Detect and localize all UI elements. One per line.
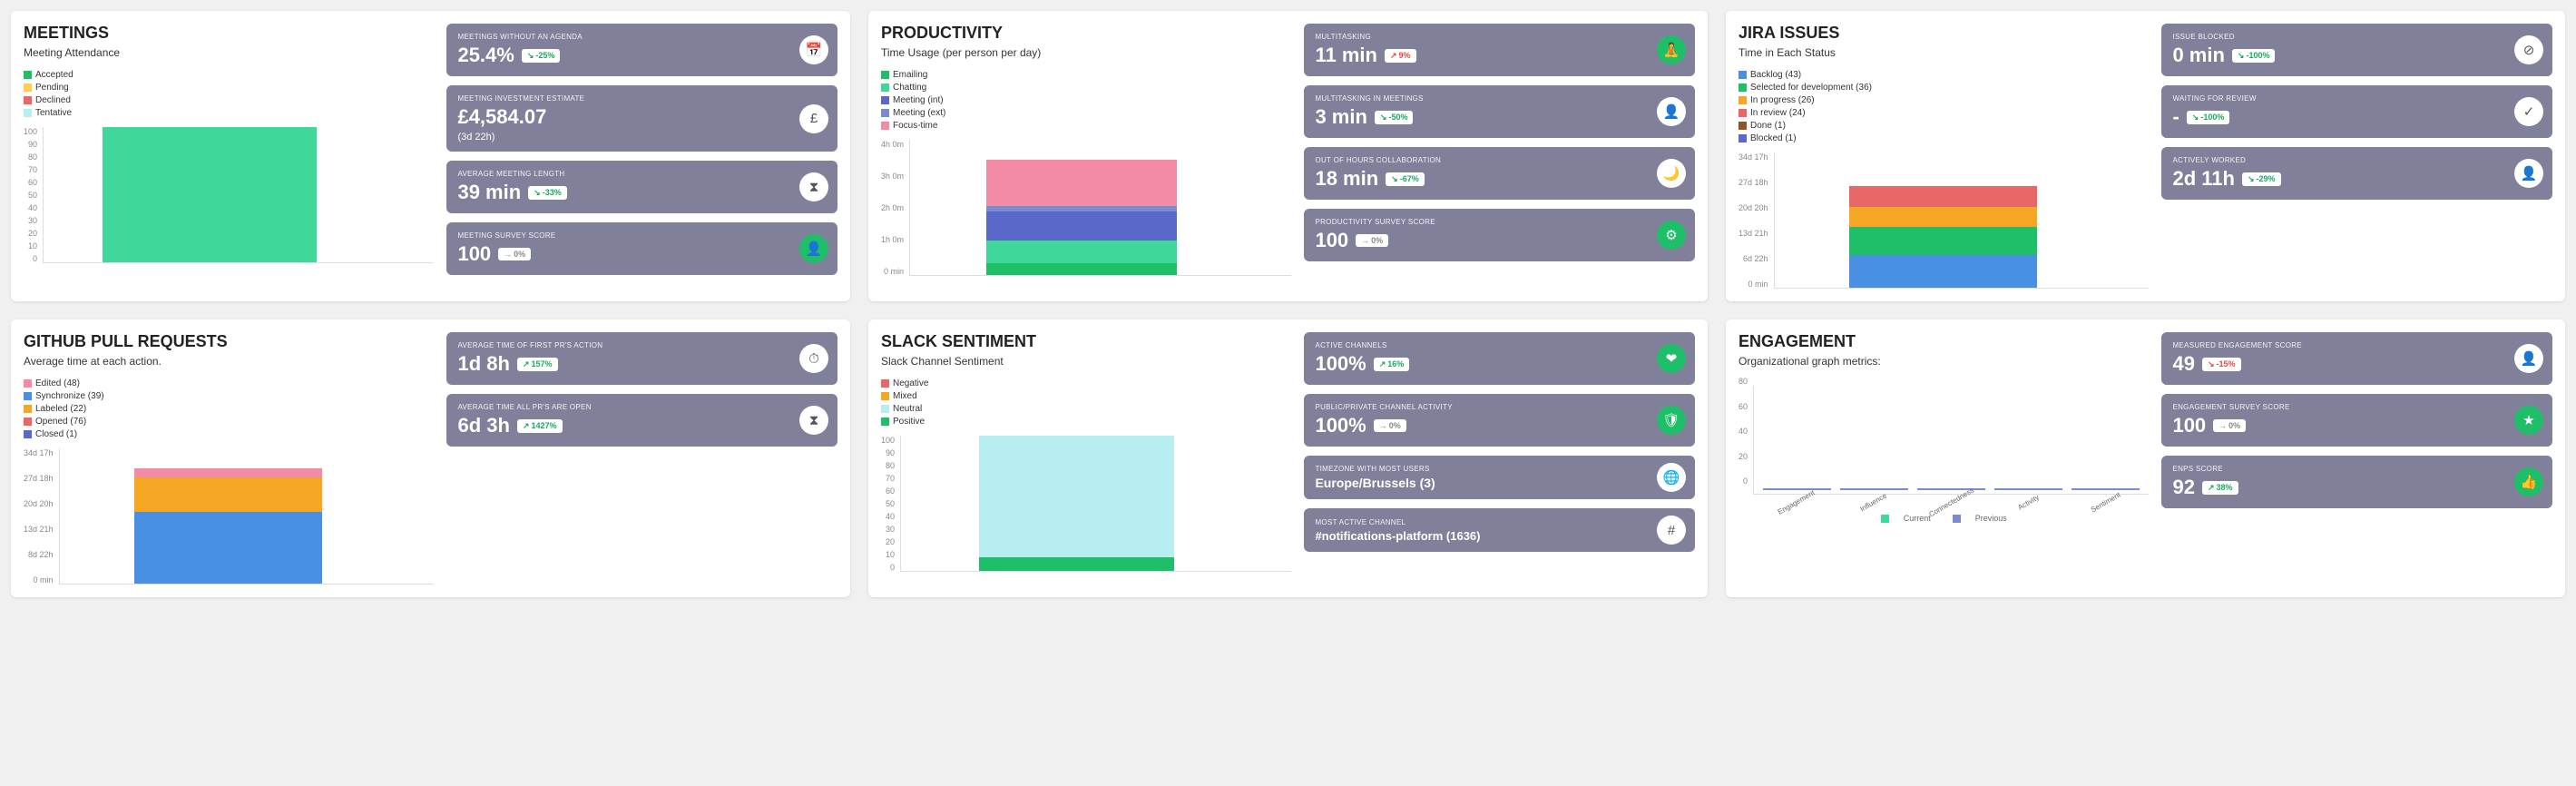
kpi-prod-survey[interactable]: PRODUCTIVITY SURVEY SCORE1000%⚙ xyxy=(1304,209,1695,261)
kpi-no-agenda[interactable]: MEETINGS WITHOUT AN AGENDA25.4%-25%📅 xyxy=(446,24,837,76)
kpi-measured[interactable]: MEASURED ENGAGEMENT SCORE49-15%👤 xyxy=(2161,332,2552,385)
thumbs-up-icon: 👍 xyxy=(2514,467,2543,496)
card-subtitle: Time in Each Status xyxy=(1739,46,2149,59)
stopwatch-icon: ⏱ xyxy=(799,344,828,373)
kpi-all-pr[interactable]: AVERAGE TIME ALL PR'S ARE OPEN6d 3h1427%… xyxy=(446,394,837,447)
card-title: ENGAGEMENT xyxy=(1739,332,2149,351)
github-card: GITHUB PULL REQUESTS Average time at eac… xyxy=(11,319,850,597)
card-title: JIRA ISSUES xyxy=(1739,24,2149,43)
person-plus-icon: 👤 xyxy=(2514,344,2543,373)
gears-icon: ⚙ xyxy=(1657,221,1686,250)
kpi-investment[interactable]: MEETING INVESTMENT ESTIMATE£4,584.07(3d … xyxy=(446,85,837,152)
kpi-active-channels[interactable]: ACTIVE CHANNELS100%16%❤ xyxy=(1304,332,1695,385)
productivity-card: PRODUCTIVITY Time Usage (per person per … xyxy=(868,11,1708,301)
shield-icon: 🛡 xyxy=(1657,406,1686,435)
kpi-active-worked[interactable]: ACTIVELY WORKED2d 11h-29%👤 xyxy=(2161,147,2552,200)
card-subtitle: Slack Channel Sentiment xyxy=(881,355,1291,368)
kpi-multitask-meetings[interactable]: MULTITASKING IN MEETINGS3 min-50%👤 xyxy=(1304,85,1695,138)
heart-icon: ❤ xyxy=(1657,344,1686,373)
legend: Backlog (43) Selected for development (3… xyxy=(1739,70,2149,143)
card-subtitle: Organizational graph metrics: xyxy=(1739,355,2149,368)
jira-card: JIRA ISSUES Time in Each Status Backlog … xyxy=(1726,11,2565,301)
calendar-icon: 📅 xyxy=(799,35,828,64)
kpi-blocked[interactable]: ISSUE BLOCKED0 min-100%⊘ xyxy=(2161,24,2552,76)
hash-icon: # xyxy=(1657,516,1686,545)
card-title: SLACK SENTIMENT xyxy=(881,332,1291,351)
moon-icon: 🌙 xyxy=(1657,159,1686,188)
kpi-enps[interactable]: ENPS SCORE9238%👍 xyxy=(2161,456,2552,508)
meetings-card: MEETINGS Meeting Attendance Accepted Pen… xyxy=(11,11,850,301)
kpi-avg-length[interactable]: AVERAGE MEETING LENGTH39 min-33%⧗ xyxy=(446,161,837,213)
kpi-public-private[interactable]: PUBLIC/PRIVATE CHANNEL ACTIVITY100%0%🛡 xyxy=(1304,394,1695,447)
kpi-timezone[interactable]: TIMEZONE WITH MOST USERSEurope/Brussels … xyxy=(1304,456,1695,499)
meetings-chart: 1009080706050403020100 xyxy=(24,127,434,263)
kpi-active-channel[interactable]: MOST ACTIVE CHANNEL#notifications-platfo… xyxy=(1304,508,1695,552)
engagement-chart xyxy=(1753,386,2149,495)
legend: Edited (48) Synchronize (39) Labeled (22… xyxy=(24,378,434,439)
globe-icon: 🌐 xyxy=(1657,463,1686,492)
person-icon: 👤 xyxy=(799,234,828,263)
legend: Accepted Pending Declined Tentative xyxy=(24,70,434,118)
meditate-icon: 🧘 xyxy=(1657,35,1686,64)
person-x-icon: 👤 xyxy=(1657,97,1686,126)
slack-chart: 1009080706050403020100 xyxy=(881,436,1291,572)
productivity-chart: 4h 0m3h 0m2h 0m1h 0m0 min xyxy=(881,140,1291,276)
card-subtitle: Time Usage (per person per day) xyxy=(881,46,1291,59)
hourglass-icon: ⧗ xyxy=(799,406,828,435)
check-icon: ✓ xyxy=(2514,97,2543,126)
card-subtitle: Average time at each action. xyxy=(24,355,434,368)
card-title: PRODUCTIVITY xyxy=(881,24,1291,43)
card-title: GITHUB PULL REQUESTS xyxy=(24,332,434,351)
kpi-ooh[interactable]: OUT OF HOURS COLLABORATION18 min-67%🌙 xyxy=(1304,147,1695,200)
kpi-waiting[interactable]: WAITING FOR REVIEW--100%✓ xyxy=(2161,85,2552,138)
engagement-card: ENGAGEMENT Organizational graph metrics:… xyxy=(1726,319,2565,597)
kpi-eng-survey[interactable]: ENGAGEMENT SURVEY SCORE1000%★ xyxy=(2161,394,2552,447)
github-chart: 34d 17h27d 18h20d 20h13d 21h8d 22h0 min xyxy=(24,448,434,585)
person-icon: 👤 xyxy=(2514,159,2543,188)
legend: Emailing Chatting Meeting (int) Meeting … xyxy=(881,70,1291,131)
jira-chart: 34d 17h27d 18h20d 20h13d 21h6d 22h0 min xyxy=(1739,152,2149,289)
card-title: MEETINGS xyxy=(24,24,434,43)
block-icon: ⊘ xyxy=(2514,35,2543,64)
hourglass-icon: ⧗ xyxy=(799,172,828,201)
star-icon: ★ xyxy=(2514,406,2543,435)
kpi-multitask[interactable]: MULTITASKING11 min9%🧘 xyxy=(1304,24,1695,76)
kpi-first-pr[interactable]: AVERAGE TIME OF FIRST PR'S ACTION1d 8h15… xyxy=(446,332,837,385)
kpi-survey[interactable]: MEETING SURVEY SCORE1000%👤 xyxy=(446,222,837,275)
slack-card: SLACK SENTIMENT Slack Channel Sentiment … xyxy=(868,319,1708,597)
dashboard-grid: MEETINGS Meeting Attendance Accepted Pen… xyxy=(11,11,2565,597)
pound-icon: £ xyxy=(799,104,828,133)
card-subtitle: Meeting Attendance xyxy=(24,46,434,59)
legend: Negative Mixed Neutral Positive xyxy=(881,378,1291,427)
